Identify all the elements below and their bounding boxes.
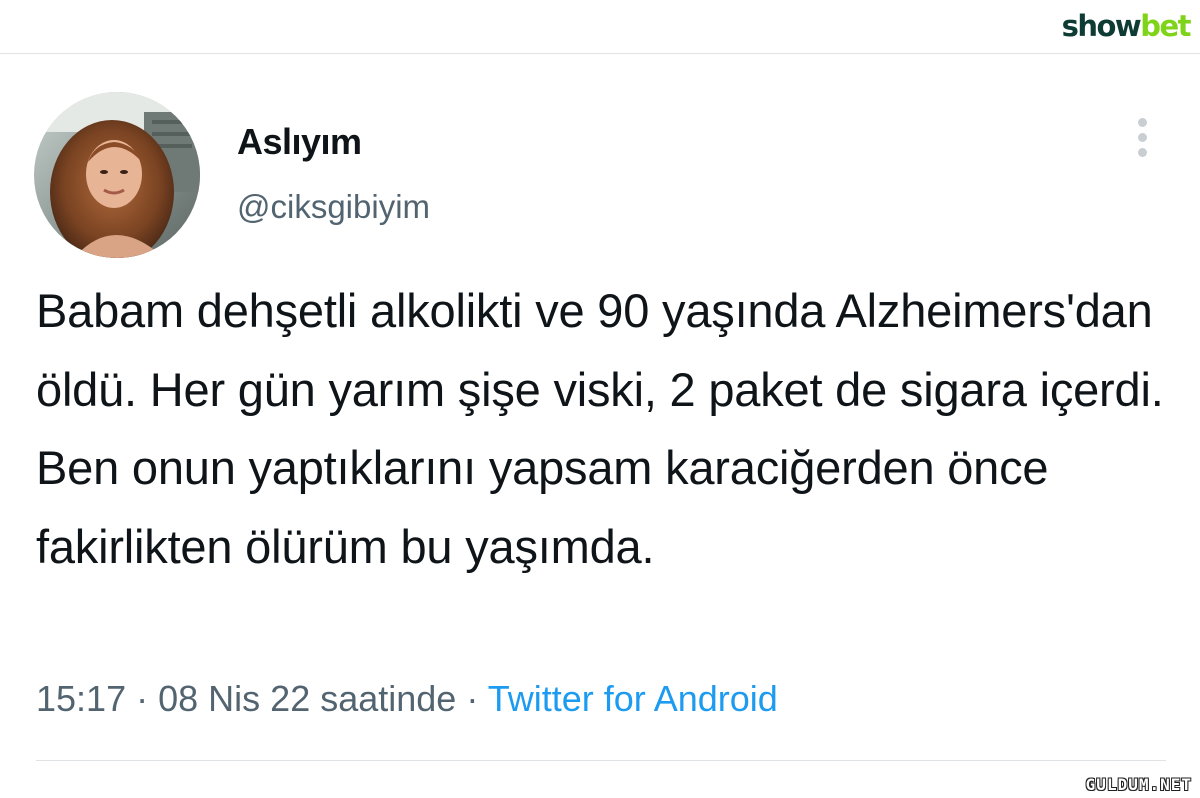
more-dot: [1137, 133, 1147, 142]
logo-part-show: show: [1061, 9, 1142, 43]
more-dot: [1137, 148, 1147, 157]
user-handle[interactable]: @ciksgibiyim: [237, 186, 430, 228]
display-name[interactable]: Aslıyım: [237, 120, 362, 164]
more-dot: [1137, 118, 1147, 127]
tweet-date[interactable]: 08 Nis 22 saatinde: [158, 678, 456, 719]
tweet-text: Babam dehşetli alkolikti ve 90 yaşında A…: [36, 284, 1164, 573]
divider: [36, 760, 1166, 761]
tweet-meta: 15:17 · 08 Nis 22 saatinde · Twitter for…: [36, 676, 778, 722]
tweet-source-link[interactable]: Twitter for Android: [488, 678, 778, 719]
meta-separator: ·: [136, 678, 149, 719]
logo-part-bet: bet: [1140, 9, 1191, 43]
brand-header: showbet: [0, 0, 1200, 54]
watermark: GULDUM.NET: [1085, 775, 1192, 794]
avatar-image: [34, 92, 200, 258]
showbet-logo[interactable]: showbet: [1061, 8, 1192, 44]
meta-separator: ·: [466, 678, 479, 719]
avatar[interactable]: [34, 92, 200, 258]
more-vertical-icon[interactable]: [1128, 118, 1156, 166]
tweet-time[interactable]: 15:17: [36, 678, 126, 719]
